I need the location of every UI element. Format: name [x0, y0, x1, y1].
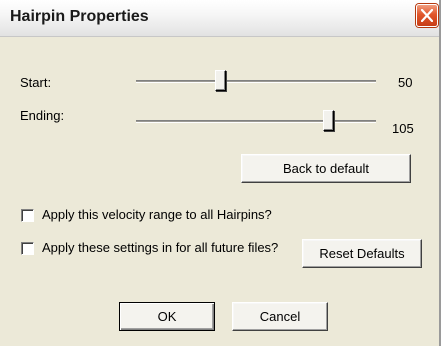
hairpin-properties-dialog: Hairpin Properties Start: 50 Ending: 105… [0, 0, 441, 346]
reset-defaults-button[interactable]: Reset Defaults [302, 239, 422, 268]
ending-slider-thumb[interactable] [323, 110, 334, 131]
start-slider-thumb[interactable] [215, 70, 226, 91]
dialog-title: Hairpin Properties [10, 8, 149, 25]
start-value: 50 [398, 75, 413, 90]
start-label: Start: [20, 75, 52, 90]
ending-slider-track[interactable] [136, 120, 376, 123]
apply-future-files-label[interactable]: Apply these settings in for all future f… [42, 240, 278, 255]
apply-all-hairpins-label[interactable]: Apply this velocity range to all Hairpin… [42, 207, 272, 222]
dialog-body: Start: 50 Ending: 105 Back to default Ap… [0, 37, 439, 346]
cancel-button[interactable]: Cancel [232, 302, 328, 331]
apply-all-hairpins-checkbox[interactable] [21, 209, 34, 222]
close-button[interactable] [416, 4, 438, 27]
title-bar[interactable]: Hairpin Properties [0, 0, 439, 37]
start-slider-track[interactable] [136, 80, 376, 83]
back-to-default-button[interactable]: Back to default [241, 154, 411, 183]
ok-button[interactable]: OK [119, 302, 215, 331]
ending-value: 105 [392, 121, 414, 136]
ending-label: Ending: [20, 108, 65, 123]
close-icon [421, 9, 433, 22]
apply-future-files-checkbox[interactable] [21, 242, 34, 255]
